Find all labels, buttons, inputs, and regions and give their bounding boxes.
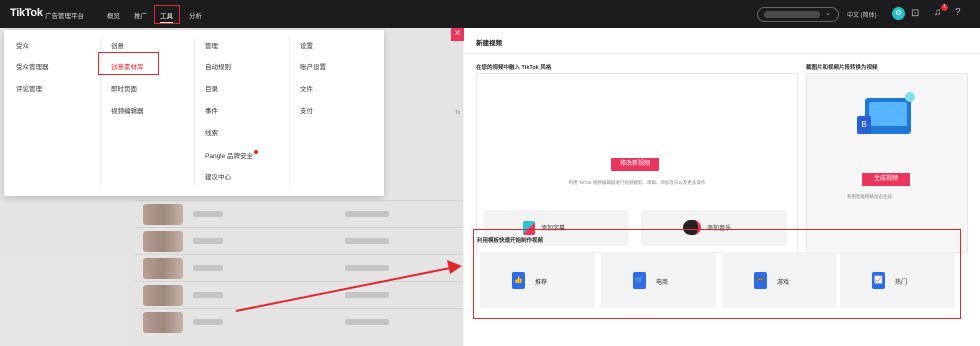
avatar[interactable]: O: [892, 7, 905, 20]
tiktok-style-section: 在您的视频中融入 TikTok 风格 修改新视频 利用 TikTok 视频编辑器…: [476, 63, 798, 253]
case-icon[interactable]: ⊡: [911, 8, 919, 19]
menu-item-files[interactable]: 文件: [300, 83, 313, 93]
generate-hint: 利用智能网络动态生成: [847, 194, 892, 199]
menu-item-pangle-brand-safety[interactable]: Pangle 品牌安全: [205, 150, 259, 160]
template-label: 推荐: [535, 280, 548, 286]
edit-video-button[interactable]: 修改新视频: [611, 158, 659, 171]
new-video-panel: 新建视频 在您的视频中融入 TikTok 风格 修改新视频 利用 TikTok …: [464, 28, 980, 346]
image-to-video-section: 截图片和视频片段转换为视频 B 生成视频 利用智能网络动态生成: [806, 63, 968, 253]
video-edit-card: 修改新视频 利用 TikTok 视频编辑器进行视频截剪、调辑、添加音乐以及更多操…: [476, 73, 798, 253]
tools-dropdown-menu: 受众 受众管理器 评论管理 创意 创意素材库 即时页面 视频编辑器 管理 自动规…: [4, 30, 384, 196]
template-gaming[interactable]: 🎮 游戏: [722, 252, 837, 308]
divider: [464, 53, 980, 54]
creative-library-highlight-box: [98, 52, 159, 75]
new-dot-icon: [254, 150, 259, 154]
menu-item-payment[interactable]: 支付: [300, 105, 313, 115]
nav-promotion[interactable]: 推广: [134, 10, 147, 20]
section-title: 在您的视频中融入 TikTok 风格: [476, 65, 552, 71]
nav-analysis[interactable]: 分析: [189, 10, 202, 20]
template-label: 电商: [656, 280, 669, 286]
account-selector[interactable]: ⌄: [757, 7, 839, 22]
edit-hint: 利用 TikTok 视频编辑器进行视频截剪、调辑、添加音乐以及更多操作: [568, 180, 706, 185]
nav-tools-highlight-box: [154, 5, 180, 24]
tiktok-logo[interactable]: TikTok: [10, 7, 43, 19]
menu-divider: [194, 36, 195, 186]
thumbs-up-icon: 👍: [512, 272, 525, 289]
notification-badge: 1: [941, 4, 948, 11]
monitor-illustration-icon: B: [857, 92, 915, 134]
menu-divider: [289, 36, 290, 186]
menu-item-automated-rules[interactable]: 自动规则: [205, 61, 231, 71]
nav-overview[interactable]: 概览: [107, 10, 120, 20]
template-section: 利用模板快速开始制作视频 👍 推荐 🛒 电商 🎮 游戏 📈 热门: [473, 229, 961, 319]
template-label: 热门: [895, 280, 908, 286]
close-icon[interactable]: ×: [451, 28, 464, 41]
menu-heading-management: 管理: [205, 43, 218, 50]
template-label: 游戏: [777, 280, 790, 286]
trending-icon: 📈: [872, 272, 885, 289]
menu-heading-settings: 设置: [300, 43, 313, 50]
menu-item-audience-manager[interactable]: 受众管理器: [16, 61, 49, 71]
account-name-redacted: [764, 11, 820, 18]
image-to-video-card: B 生成视频 利用智能网络动态生成: [806, 73, 968, 253]
cart-icon: 🛒: [633, 272, 646, 289]
panel-title: 新建视频: [476, 40, 502, 47]
menu-item-leads[interactable]: 线索: [205, 127, 218, 137]
generate-video-button[interactable]: 生成视频: [862, 173, 910, 186]
menu-item-instant-page[interactable]: 即时页面: [111, 83, 137, 93]
gamepad-icon: 🎮: [754, 272, 767, 289]
section-title: 利用模板快速开始制作视频: [477, 238, 544, 244]
menu-item-comment-management[interactable]: 评论管理: [16, 83, 42, 93]
menu-item-recommendations[interactable]: 建议中心: [205, 171, 231, 181]
language-selector[interactable]: 中文 (简体): [847, 10, 877, 19]
chevron-down-icon: ⌄: [825, 10, 831, 17]
menu-item-events[interactable]: 事件: [205, 105, 218, 115]
menu-heading-creative: 创意: [111, 43, 124, 50]
help-icon[interactable]: ?: [955, 7, 961, 18]
menu-item-video-editor[interactable]: 视频编辑器: [111, 105, 144, 115]
template-recommended[interactable]: 👍 推荐: [480, 252, 595, 308]
pangle-label: Pangle 品牌安全: [205, 153, 254, 160]
section-title: 截图片和视频片段转换为视频: [806, 65, 878, 71]
menu-heading-audience: 受众: [16, 43, 29, 50]
menu-item-account-settings[interactable]: 账户设置: [300, 61, 326, 71]
top-navigation-bar: TikTok 广告管理平台 概览 推广 工具 分析 ⌄ 中文 (简体) O ⊡ …: [0, 0, 980, 28]
template-trending[interactable]: 📈 热门: [840, 252, 955, 308]
menu-item-catalog[interactable]: 目录: [205, 83, 218, 93]
template-ecommerce[interactable]: 🛒 电商: [601, 252, 716, 308]
logo-subtitle: 广告管理平台: [45, 13, 84, 20]
